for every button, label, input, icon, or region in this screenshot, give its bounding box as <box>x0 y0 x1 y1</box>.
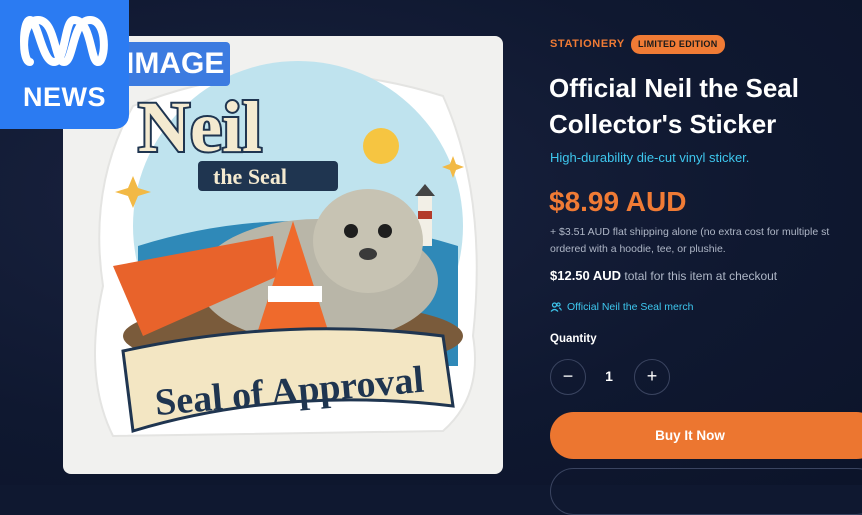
shipping-line-1: + $3.51 AUD flat shipping alone (no extr… <box>550 226 830 238</box>
product-category: STATIONERY <box>550 38 625 50</box>
shipping-info: + $3.51 AUD flat shipping alone (no extr… <box>550 224 862 258</box>
limited-edition-badge: LIMITED EDITION <box>631 35 725 54</box>
image-tag: IMAGE <box>118 42 230 86</box>
product-image[interactable]: Neil the Seal Seal of Approval <box>63 36 503 474</box>
abc-lissajous-icon <box>20 16 108 66</box>
product-price: $8.99 AUD <box>549 186 687 217</box>
checkout-total: $12.50 AUD total for this item at checko… <box>550 268 777 283</box>
merch-link-label[interactable]: Official Neil the Seal merch <box>567 301 693 313</box>
shipping-line-2: ordered with a hoodie, tee, or plushie. <box>550 243 726 255</box>
sticker-subtitle: the Seal <box>213 164 287 189</box>
logo-news-text: NEWS <box>23 82 106 112</box>
buy-it-now-button[interactable]: Buy It Now <box>550 412 862 459</box>
sticker-title: Neil <box>138 87 262 167</box>
quantity-decrease-button[interactable]: − <box>550 359 586 395</box>
quantity-increase-button[interactable]: + <box>634 359 670 395</box>
product-subtitle: High-durability die-cut vinyl sticker. <box>550 150 750 165</box>
sticker-illustration: Neil the Seal Seal of Approval <box>94 61 478 438</box>
abc-news-logo: NEWS <box>0 0 129 129</box>
merch-link[interactable]: Official Neil the Seal merch <box>550 301 693 313</box>
total-amount: $12.50 AUD <box>550 268 622 283</box>
users-icon <box>550 302 562 312</box>
total-suffix: total for this item at checkout <box>624 269 778 283</box>
quantity-value[interactable]: 1 <box>596 368 622 384</box>
secondary-action-button[interactable] <box>550 468 862 515</box>
product-title: Official Neil the Seal Collector's Stick… <box>549 73 799 139</box>
quantity-label: Quantity <box>550 333 597 345</box>
